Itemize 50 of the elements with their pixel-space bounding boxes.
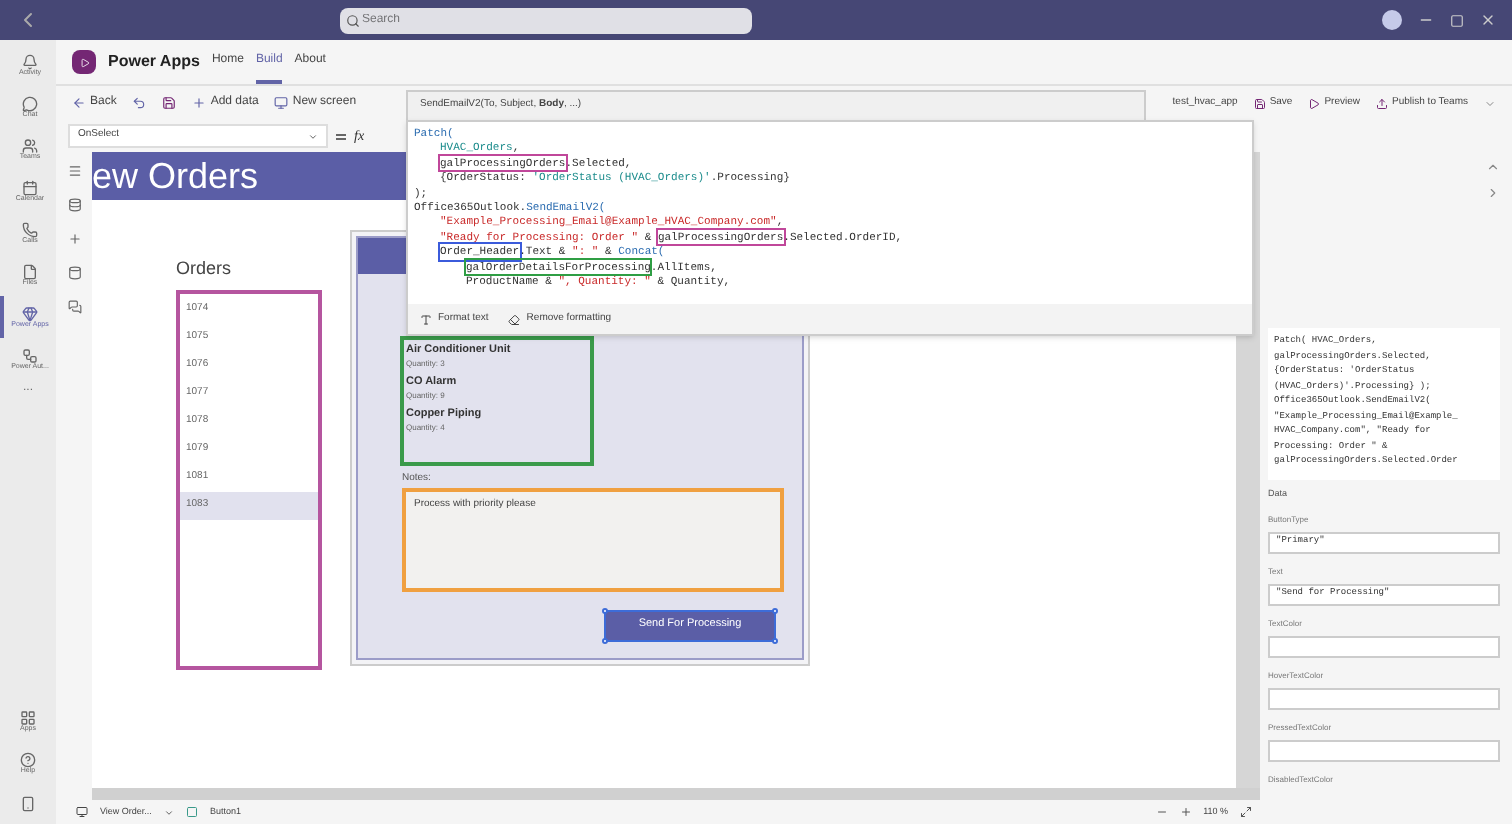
format-icon [420, 313, 432, 325]
chevron-down-icon[interactable] [163, 807, 174, 817]
save-icon [1253, 97, 1266, 109]
chat-icon [22, 95, 38, 112]
selection-handle[interactable] [602, 637, 608, 643]
equals-icon [336, 133, 346, 139]
app-logo-icon [72, 50, 96, 74]
property-field[interactable] [1268, 635, 1500, 658]
bell-icon [22, 53, 38, 70]
property-field[interactable] [1268, 739, 1500, 762]
formula-popup[interactable] [406, 120, 1254, 336]
flow-icon [22, 347, 38, 364]
calendar-icon [22, 179, 38, 196]
screen-icon [274, 96, 289, 110]
zoom-in-icon[interactable] [1179, 806, 1192, 818]
zoom-out-icon[interactable] [1155, 806, 1168, 818]
avatar[interactable] [1382, 10, 1402, 30]
close-icon[interactable] [1480, 12, 1496, 28]
undo-icon[interactable] [132, 96, 147, 110]
diamond-icon [22, 305, 38, 322]
selection-handle[interactable] [602, 607, 608, 613]
play-icon [1308, 97, 1321, 109]
screen-title: ew Orders [92, 158, 259, 194]
plus-icon [192, 96, 207, 110]
button-control-icon [185, 806, 198, 818]
back-arrow-icon [72, 96, 86, 110]
publish-icon [1376, 97, 1389, 109]
search-icon [346, 13, 360, 27]
app-title: Power Apps [108, 50, 200, 74]
selection-handle[interactable] [772, 607, 778, 613]
selection-handle[interactable] [772, 637, 778, 643]
people-icon [22, 137, 38, 154]
phone-icon[interactable] [20, 796, 36, 812]
cylinder-icon[interactable] [67, 266, 81, 280]
eraser-icon [508, 313, 521, 325]
file-icon [22, 263, 38, 280]
chevron-right-icon[interactable] [1486, 186, 1500, 200]
scroll-up-icon[interactable] [1486, 160, 1500, 174]
help-icon [20, 751, 36, 768]
orders-label: Orders [176, 256, 234, 282]
chat-icon[interactable] [67, 300, 81, 314]
database-icon[interactable] [67, 198, 81, 212]
maximize-icon[interactable] [1450, 13, 1464, 27]
phone-icon [22, 221, 38, 238]
property-field[interactable] [1268, 687, 1500, 710]
chevron-down-icon [308, 131, 318, 141]
screen-icon [76, 806, 88, 818]
plus-icon[interactable] [67, 232, 81, 246]
menu-icon[interactable] [67, 164, 81, 178]
apps-icon [20, 709, 36, 726]
